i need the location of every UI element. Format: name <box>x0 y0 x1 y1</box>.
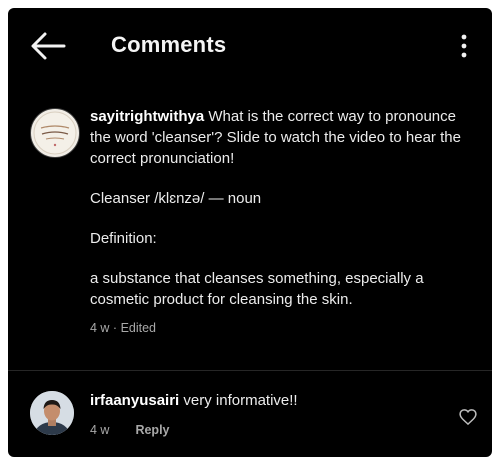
comment-text: very informative!! <box>179 392 298 409</box>
avatar[interactable] <box>30 108 80 158</box>
heart-outline-icon <box>459 409 477 426</box>
reply-button[interactable]: Reply <box>135 423 169 437</box>
like-button[interactable] <box>458 407 478 427</box>
caption-intro: sayitrightwithya What is the correct way… <box>90 106 476 169</box>
comment-text-line: irfaanyusairi very informative!! <box>90 391 430 411</box>
back-button[interactable] <box>28 30 68 62</box>
header: Comments <box>8 8 492 82</box>
divider <box>8 370 492 371</box>
brand-logo <box>33 111 77 155</box>
caption-text: sayitrightwithya What is the correct way… <box>90 106 476 339</box>
caption-username[interactable]: sayitrightwithya <box>90 108 204 125</box>
caption-definition-label: Definition: <box>90 230 157 247</box>
more-options-button[interactable] <box>454 32 474 62</box>
comment-timestamp: 4 w <box>90 423 110 437</box>
caption-timestamp: 4 w <box>90 321 110 335</box>
caption-definition-text: a substance that cleanses something, esp… <box>90 270 424 308</box>
comments-screen: Comments sayitrightwithya What is the co… <box>8 8 492 457</box>
arrow-left-icon <box>31 32 66 60</box>
caption-phonetic: Cleanser /klɛnzə/ — noun <box>90 190 262 207</box>
comment-content: irfaanyusairi very informative!! 4 w Repl… <box>90 391 430 440</box>
user-photo <box>30 391 74 435</box>
more-vertical-icon <box>461 34 467 58</box>
commenter-avatar[interactable] <box>30 391 74 435</box>
comment-meta: 4 w Reply <box>90 420 430 440</box>
page-title: Comments <box>111 32 227 57</box>
caption-meta: 4 w · Edited <box>90 318 476 339</box>
comment-item: irfaanyusairi very informative!! 4 w Repl… <box>8 383 492 453</box>
comment-username[interactable]: irfaanyusairi <box>90 392 179 409</box>
meta-separator: · <box>109 321 121 335</box>
edited-label: Edited <box>120 321 157 335</box>
